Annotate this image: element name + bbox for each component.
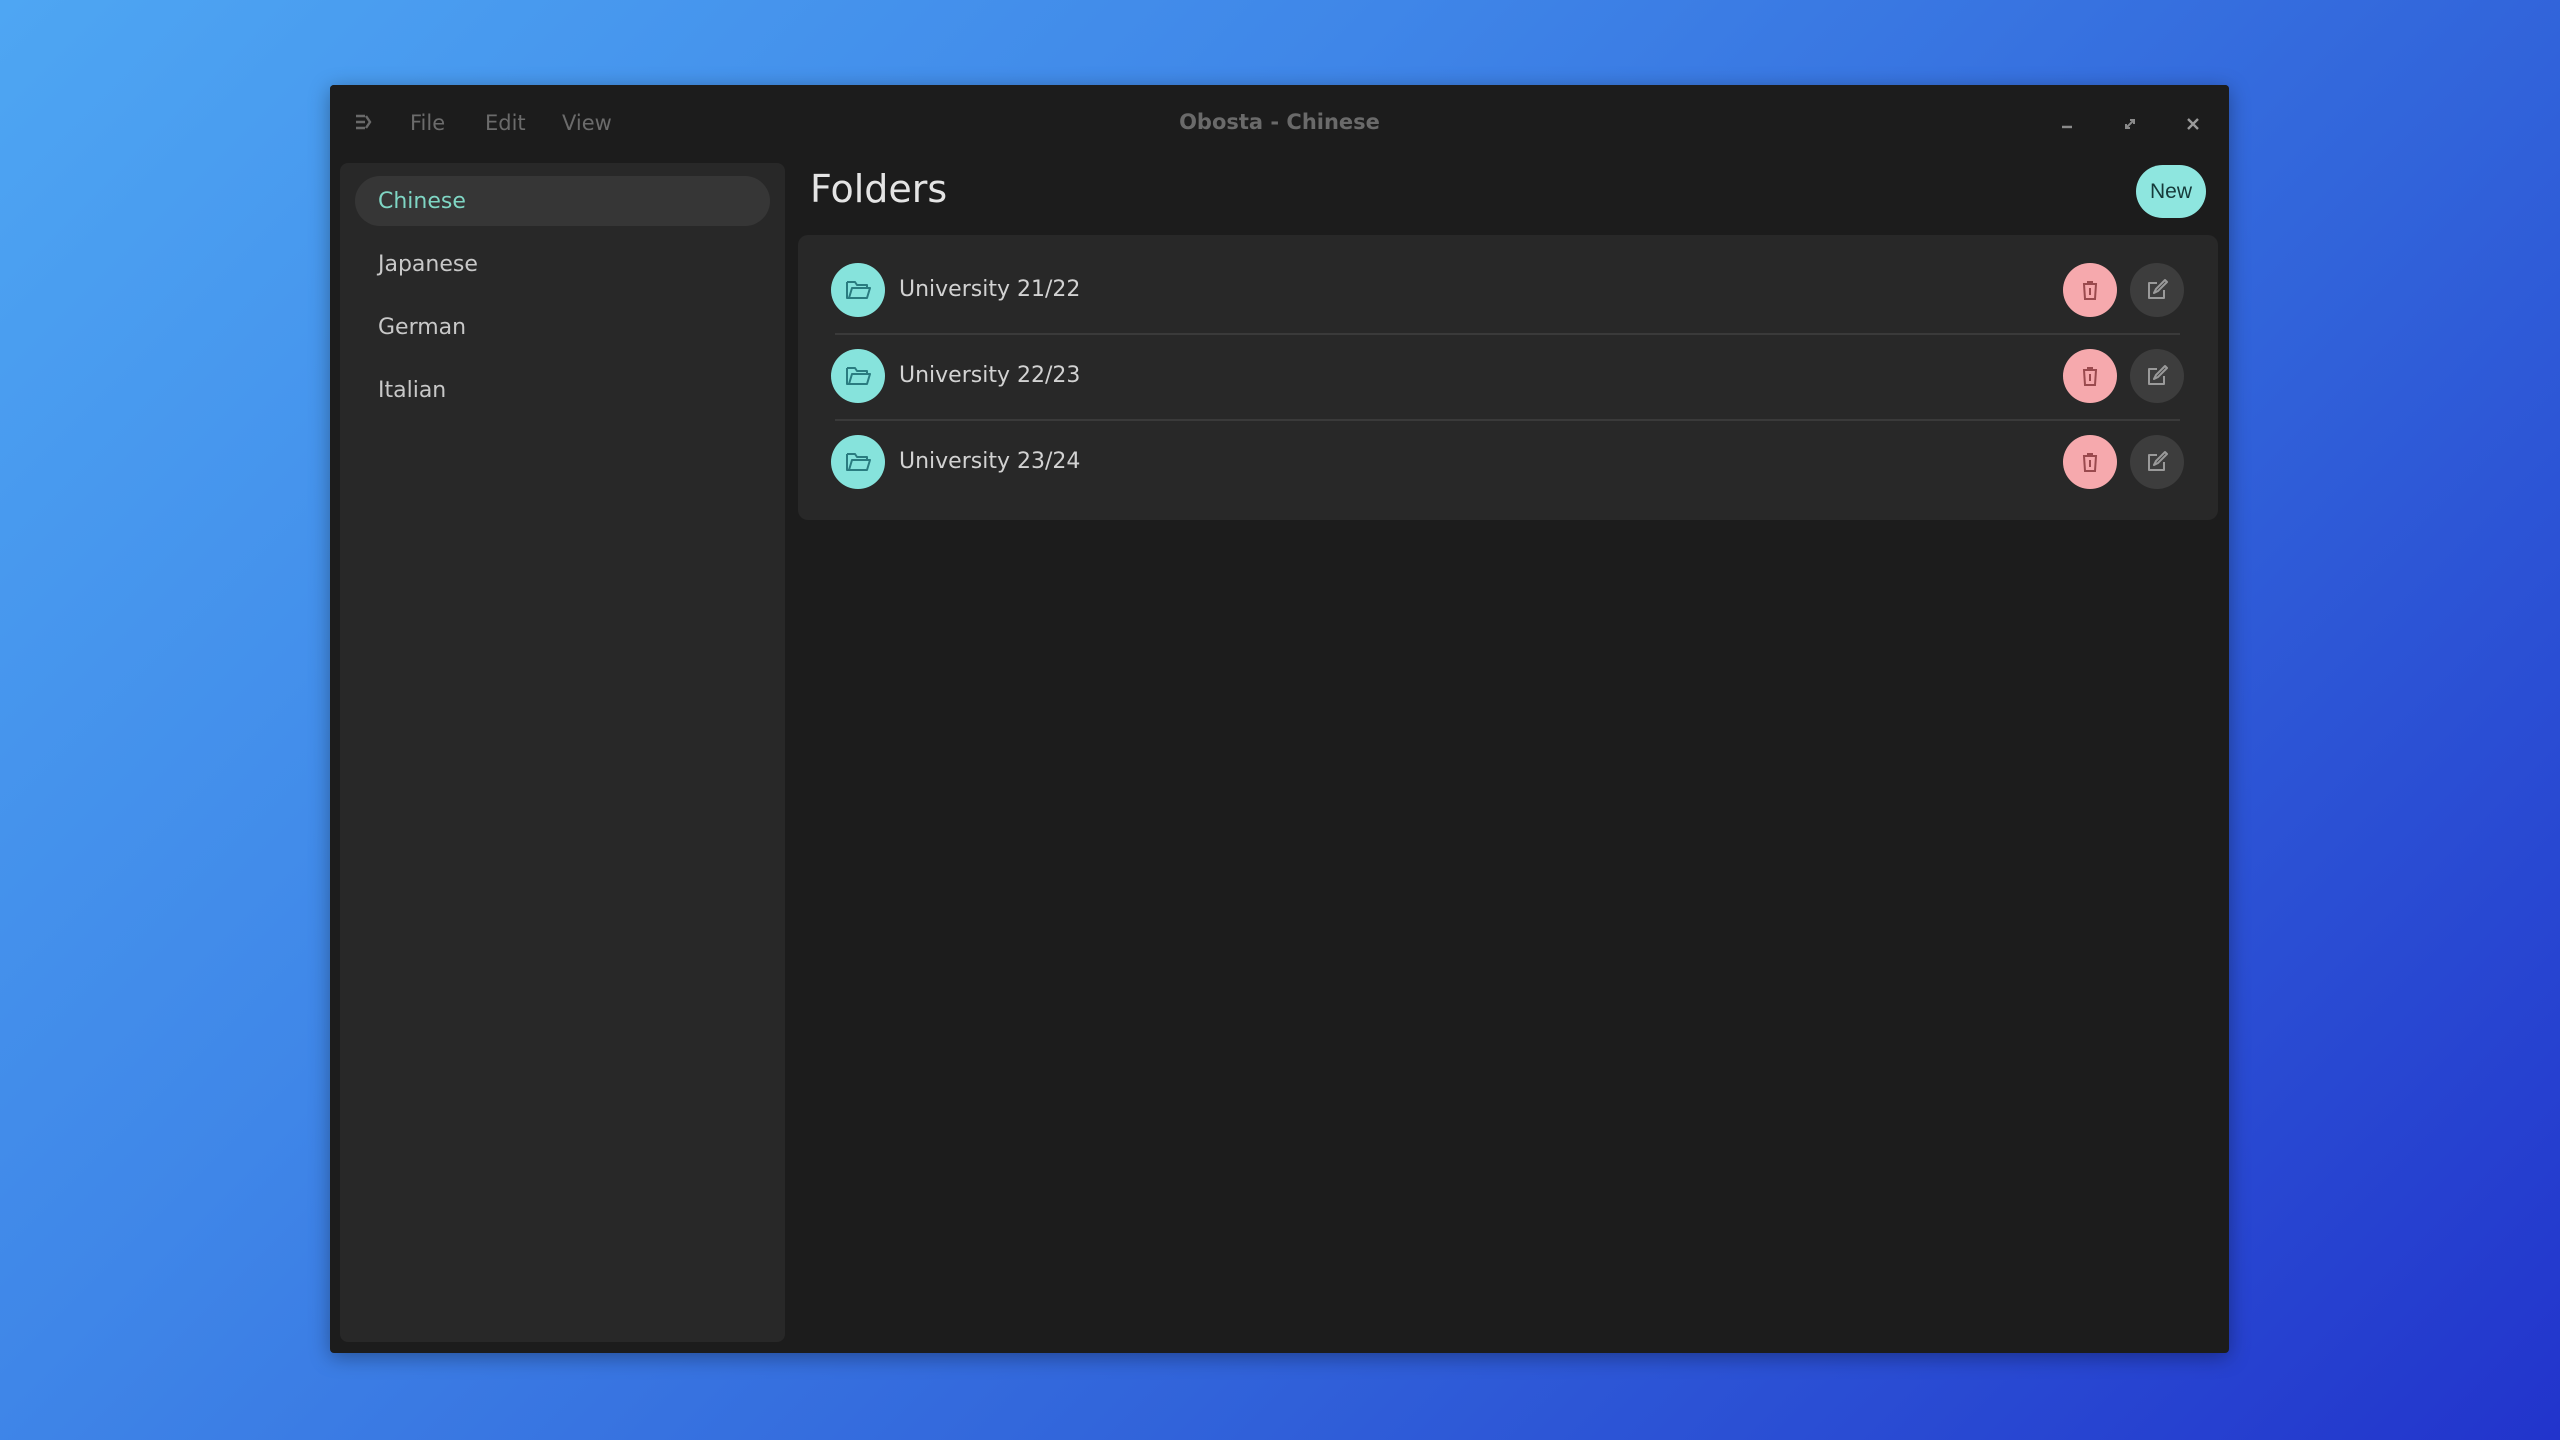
delete-button[interactable]	[2063, 262, 2117, 317]
delete-button[interactable]	[2063, 434, 2117, 489]
trash-icon	[2082, 280, 2098, 300]
edit-icon	[2148, 450, 2168, 471]
maximize-icon	[2125, 119, 2135, 129]
edit-icon	[2148, 364, 2168, 385]
sidebar-item-label: Japanese	[378, 251, 478, 277]
app-window: File Edit View Obosta - Chinese Chinese …	[330, 85, 2229, 1353]
sidebar-item-italian[interactable]: Italian	[355, 365, 770, 415]
folder-name: University 22/23	[899, 363, 1081, 388]
menu-edit[interactable]: Edit	[485, 111, 526, 135]
folder-row[interactable]: University 21/22	[798, 247, 2218, 332]
folder-row[interactable]: University 22/23	[798, 333, 2218, 418]
edit-button[interactable]	[2130, 348, 2184, 403]
trash-icon	[2082, 452, 2098, 472]
window-title: Obosta - Chinese	[1179, 110, 1380, 134]
folder-icon	[831, 348, 885, 403]
minimize-icon	[2062, 125, 2072, 129]
edit-button[interactable]	[2130, 262, 2184, 317]
folder-icon	[831, 262, 885, 317]
sidebar-item-label: Chinese	[378, 188, 466, 214]
sidebar-item-chinese[interactable]: Chinese	[355, 176, 770, 226]
title-bar: File Edit View Obosta - Chinese	[330, 85, 2229, 160]
delete-button[interactable]	[2063, 348, 2117, 403]
sidebar-item-german[interactable]: German	[355, 302, 770, 352]
folder-row[interactable]: University 23/24	[798, 419, 2218, 504]
folder-name: University 23/24	[899, 449, 1081, 474]
folder-name: University 21/22	[899, 277, 1081, 302]
menu-view[interactable]: View	[562, 111, 612, 135]
minimize-button[interactable]	[2052, 109, 2082, 139]
new-folder-button[interactable]: New	[2136, 165, 2206, 218]
close-button[interactable]	[2178, 109, 2208, 139]
folder-icon	[831, 434, 885, 489]
sidebar-item-label: German	[378, 314, 467, 340]
close-icon	[2187, 118, 2199, 130]
menu-file[interactable]: File	[410, 111, 445, 135]
sidebar-item-label: Italian	[378, 377, 447, 403]
folder-list: University 21/22 University 22/23 Univer…	[798, 235, 2218, 520]
edit-icon	[2148, 278, 2168, 299]
app-menu-icon[interactable]	[354, 113, 372, 131]
sidebar-item-japanese[interactable]: Japanese	[355, 239, 770, 289]
edit-button[interactable]	[2130, 434, 2184, 489]
page-title: Folders	[810, 167, 948, 211]
sidebar: Chinese Japanese German Italian	[340, 163, 785, 1342]
trash-icon	[2082, 366, 2098, 386]
maximize-button[interactable]	[2115, 109, 2145, 139]
